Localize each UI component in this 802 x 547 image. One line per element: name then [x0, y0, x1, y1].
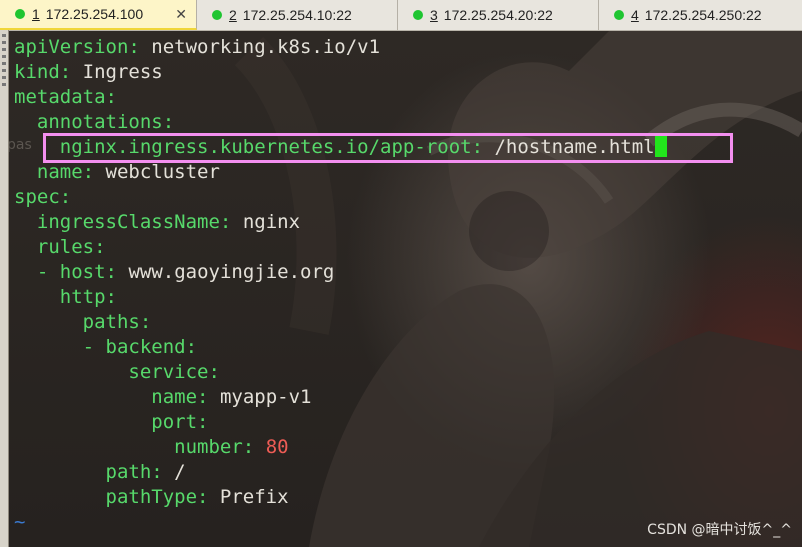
code-line: port: [151, 411, 209, 433]
code-line: pathType: Prefix [105, 486, 289, 508]
code-line: number: 80 [174, 436, 289, 458]
code-line: - host: www.gaoyingjie.org [36, 261, 335, 283]
connected-status-icon [413, 10, 423, 20]
connected-status-icon [614, 10, 624, 20]
tab-session-1[interactable]: 1 172.25.254.100 ✕ [0, 0, 197, 30]
code-line: name: webcluster [36, 161, 220, 183]
tab-number: 3 [430, 7, 438, 23]
tab-session-4[interactable]: 4 172.25.254.250:22 [599, 0, 802, 30]
side-panel-handle[interactable] [0, 30, 9, 547]
tab-number: 4 [631, 7, 639, 23]
close-tab-icon[interactable]: ✕ [175, 6, 187, 23]
session-tab-bar: 1 172.25.254.100 ✕ 2 172.25.254.10:22 3 … [0, 0, 802, 31]
empty-line-marker: ~ [14, 511, 26, 533]
code-line: ingressClassName: nginx [36, 211, 301, 233]
code-line: path: / [105, 461, 186, 483]
tab-session-2[interactable]: 2 172.25.254.10:22 [197, 0, 398, 30]
code-line: annotations: [36, 111, 175, 133]
terminal-editor[interactable]: pas apiVersion: networking.k8s.io/v1 kin… [9, 31, 802, 547]
code-line: metadata: [14, 86, 117, 108]
connected-status-icon [212, 10, 222, 20]
code-line: rules: [36, 236, 106, 258]
connected-status-icon [15, 9, 25, 19]
code-line: http: [59, 286, 117, 308]
tab-session-3[interactable]: 3 172.25.254.20:22 [398, 0, 599, 30]
tab-label: 172.25.254.100 [45, 6, 144, 22]
tab-label: 172.25.254.20:22 [443, 7, 553, 23]
tab-number: 2 [229, 7, 237, 23]
tab-label: 172.25.254.250:22 [644, 7, 762, 23]
code-line: spec: [14, 186, 72, 208]
code-line: name: myapp-v1 [151, 386, 312, 408]
code-line: service: [128, 361, 220, 383]
tab-number: 1 [32, 6, 40, 22]
code-line: kind: Ingress [14, 61, 163, 83]
tab-label: 172.25.254.10:22 [242, 7, 352, 23]
code-line: apiVersion: networking.k8s.io/v1 [14, 36, 381, 58]
watermark: CSDN @暗中讨饭^_^ [647, 522, 792, 538]
code-line: paths: [82, 311, 152, 333]
code-line: - backend: [82, 336, 198, 358]
highlight-annotation-box [43, 133, 733, 163]
